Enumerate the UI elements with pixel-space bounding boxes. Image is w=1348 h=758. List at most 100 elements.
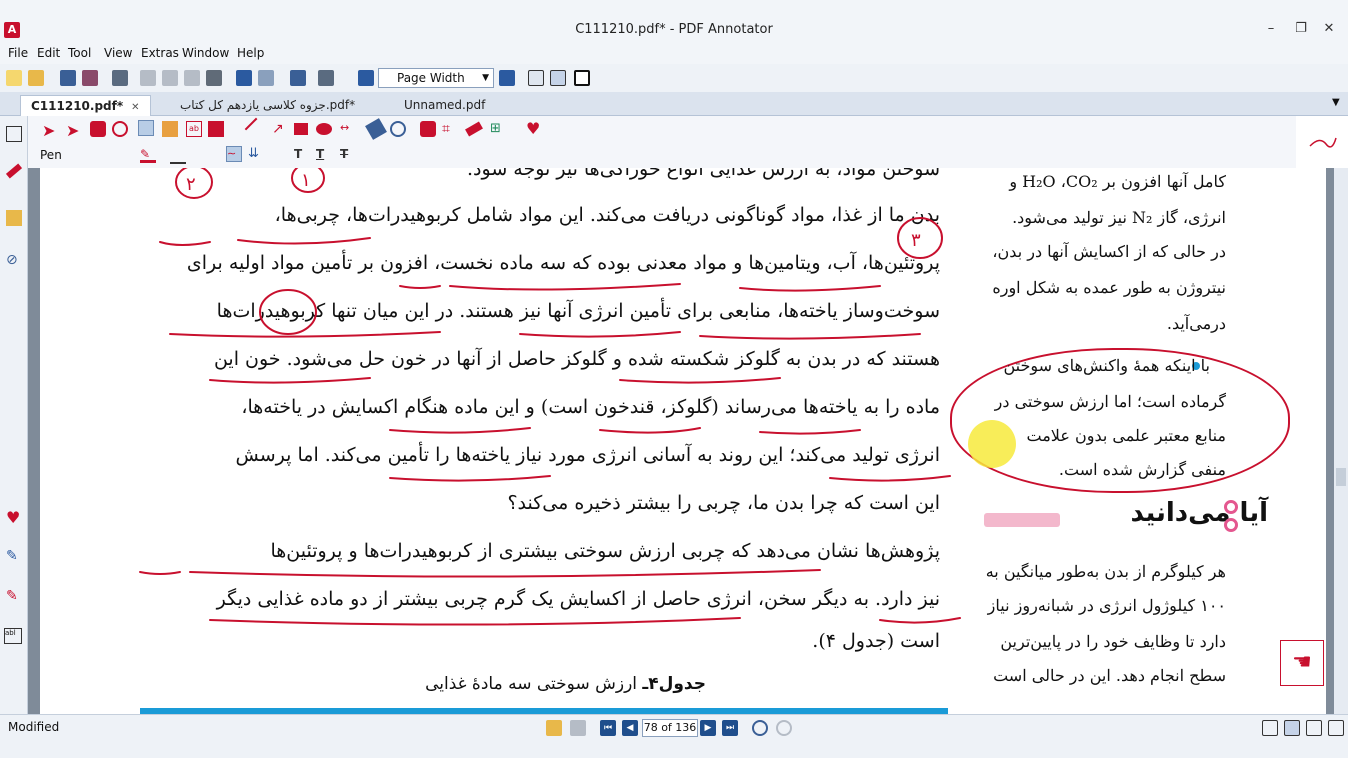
previous-page-button[interactable]: ◀: [622, 720, 638, 736]
did-you-know-line: هر کیلوگرم از بدن به‌طور میانگین به: [985, 562, 1226, 581]
pdf-page[interactable]: سوختن مواد، به ارزش غذایی انواع خوراکی‌ه…: [40, 168, 1326, 714]
close-button[interactable]: ✕: [1316, 20, 1342, 38]
arrow-tool-icon[interactable]: ↗: [272, 121, 288, 137]
camera-icon[interactable]: [420, 121, 436, 137]
maximize-button[interactable]: ❐: [1288, 20, 1314, 38]
text-underline-icon[interactable]: T: [316, 147, 332, 163]
copy-icon[interactable]: [162, 70, 178, 86]
menu-view[interactable]: View: [104, 46, 132, 60]
single-page-icon[interactable]: [528, 70, 544, 86]
tab-unnamed[interactable]: Unnamed.pdf: [394, 95, 495, 116]
forward-history-icon[interactable]: [570, 720, 586, 736]
favorites-heart-icon[interactable]: ♥: [526, 119, 542, 138]
straighten-icon[interactable]: ⇊: [248, 146, 264, 162]
close-tab-icon[interactable]: ✕: [131, 102, 139, 113]
thumbnails-icon[interactable]: [318, 70, 334, 86]
text-tool-icon[interactable]: ab: [186, 121, 202, 137]
pen-panel-icon[interactable]: [5, 163, 23, 179]
ink-underline: [519, 331, 681, 338]
zoom-in-icon[interactable]: [499, 70, 515, 86]
select-panel-icon[interactable]: [6, 126, 22, 142]
save-as-icon[interactable]: [82, 70, 98, 86]
first-page-button[interactable]: ⏮: [600, 720, 616, 736]
zoom-out-icon[interactable]: [358, 70, 374, 86]
eraser-icon[interactable]: [90, 121, 106, 137]
page-width-icon[interactable]: [550, 70, 566, 86]
view-continuous-icon[interactable]: [1284, 720, 1300, 736]
tab-list-chevron-icon[interactable]: ▼: [1332, 97, 1340, 108]
select-area-icon[interactable]: ➤: [66, 121, 82, 140]
body-line: است (جدول ۴).: [812, 630, 940, 652]
find-icon[interactable]: [290, 70, 306, 86]
menu-file[interactable]: File: [8, 46, 28, 60]
last-page-button[interactable]: ⏭: [722, 720, 738, 736]
ruler-tool-icon[interactable]: [465, 121, 483, 137]
zoom-select[interactable]: Page Width ▼: [378, 68, 494, 88]
text-strike-icon[interactable]: T: [340, 147, 356, 163]
view-facing-icon[interactable]: [1306, 720, 1322, 736]
next-page-button[interactable]: ▶: [700, 720, 716, 736]
ink-underline: [759, 429, 861, 435]
highlighter-icon[interactable]: [162, 121, 178, 137]
menu-window[interactable]: Window: [182, 46, 229, 60]
print-icon[interactable]: [112, 70, 128, 86]
smooth-pen-icon[interactable]: ∼: [226, 146, 242, 162]
decorative-pink-bar: [984, 513, 1060, 527]
delete-icon[interactable]: [206, 70, 222, 86]
measure-icon[interactable]: ↔: [340, 121, 356, 137]
line-tool-icon[interactable]: [244, 117, 268, 141]
highlighter-panel-icon[interactable]: ✎: [6, 548, 22, 564]
zoom-tool-icon[interactable]: [112, 121, 128, 137]
undo-icon[interactable]: [236, 70, 252, 86]
ellipse-tool-icon[interactable]: [316, 123, 332, 135]
crop-icon[interactable]: ⌗: [442, 121, 458, 137]
attachment-icon[interactable]: ⊘: [6, 252, 22, 268]
marker-panel-icon[interactable]: ✎: [6, 588, 22, 604]
heart-panel-icon[interactable]: ♥: [6, 508, 22, 527]
vertical-scrollbar[interactable]: [1334, 168, 1348, 714]
scrollbar-thumb[interactable]: [1336, 468, 1346, 486]
ruler-icon[interactable]: [365, 118, 387, 140]
redo-icon[interactable]: [258, 70, 274, 86]
rectangle-tool-icon[interactable]: [294, 123, 308, 135]
cut-icon[interactable]: [140, 70, 156, 86]
menu-tool[interactable]: Tool: [68, 46, 91, 60]
document-view[interactable]: سوختن مواد، به ارزش غذایی انواع خوراکی‌ه…: [28, 168, 1334, 714]
new-icon[interactable]: [6, 70, 22, 86]
menu-extras[interactable]: Extras: [141, 46, 179, 60]
tab-class-notes[interactable]: جزوه کلاسی یازدهم کل کتاب.pdf*: [170, 95, 365, 116]
menu-bar: File Edit Tool View Extras Window Help: [0, 44, 1348, 64]
page-number-field[interactable]: 78 of 136: [642, 719, 698, 737]
back-history-icon[interactable]: [546, 720, 562, 736]
full-screen-icon[interactable]: [574, 70, 590, 86]
select-arrow-icon[interactable]: ➤: [42, 121, 58, 140]
side-line: در حالی که از اکسایش آنها در بدن،: [992, 242, 1226, 261]
folder-panel-icon[interactable]: [6, 210, 22, 226]
tab-c111210[interactable]: C111210.pdf* ✕: [20, 95, 151, 116]
minimize-button[interactable]: –: [1258, 20, 1284, 38]
ink-underline: [619, 377, 781, 384]
main-toolbar: Page Width ▼: [0, 64, 1348, 92]
text-panel-icon[interactable]: abl: [4, 628, 22, 644]
lasso-icon[interactable]: [390, 121, 406, 137]
box-line: گرماده است؛ اما ارزش سوختی در: [994, 392, 1226, 411]
open-folder-icon[interactable]: [28, 70, 44, 86]
stamp-icon[interactable]: [208, 121, 224, 137]
pen-tool-icon[interactable]: [138, 120, 154, 136]
menu-edit[interactable]: Edit: [37, 46, 60, 60]
side-line: کامل آنها افزون بر H₂O ،CO₂ و: [1009, 172, 1226, 191]
hand-tool-button[interactable]: ☚: [1280, 640, 1324, 686]
did-you-know-line: دارد تا وظایف خود را در پایین‌ترین: [1000, 632, 1226, 651]
navigate-forward-icon[interactable]: [776, 720, 792, 736]
insert-icon[interactable]: ⊞: [490, 121, 506, 137]
navigate-back-icon[interactable]: [752, 720, 768, 736]
menu-help[interactable]: Help: [237, 46, 264, 60]
paste-icon[interactable]: [184, 70, 200, 86]
view-facing-continuous-icon[interactable]: [1328, 720, 1344, 736]
text-bold-icon[interactable]: T: [294, 147, 310, 163]
line-width-icon[interactable]: [170, 148, 186, 164]
pen-color-icon[interactable]: ✎: [140, 147, 156, 163]
save-icon[interactable]: [60, 70, 76, 86]
caption-label: جدول۴ـ: [642, 674, 706, 694]
view-single-icon[interactable]: [1262, 720, 1278, 736]
